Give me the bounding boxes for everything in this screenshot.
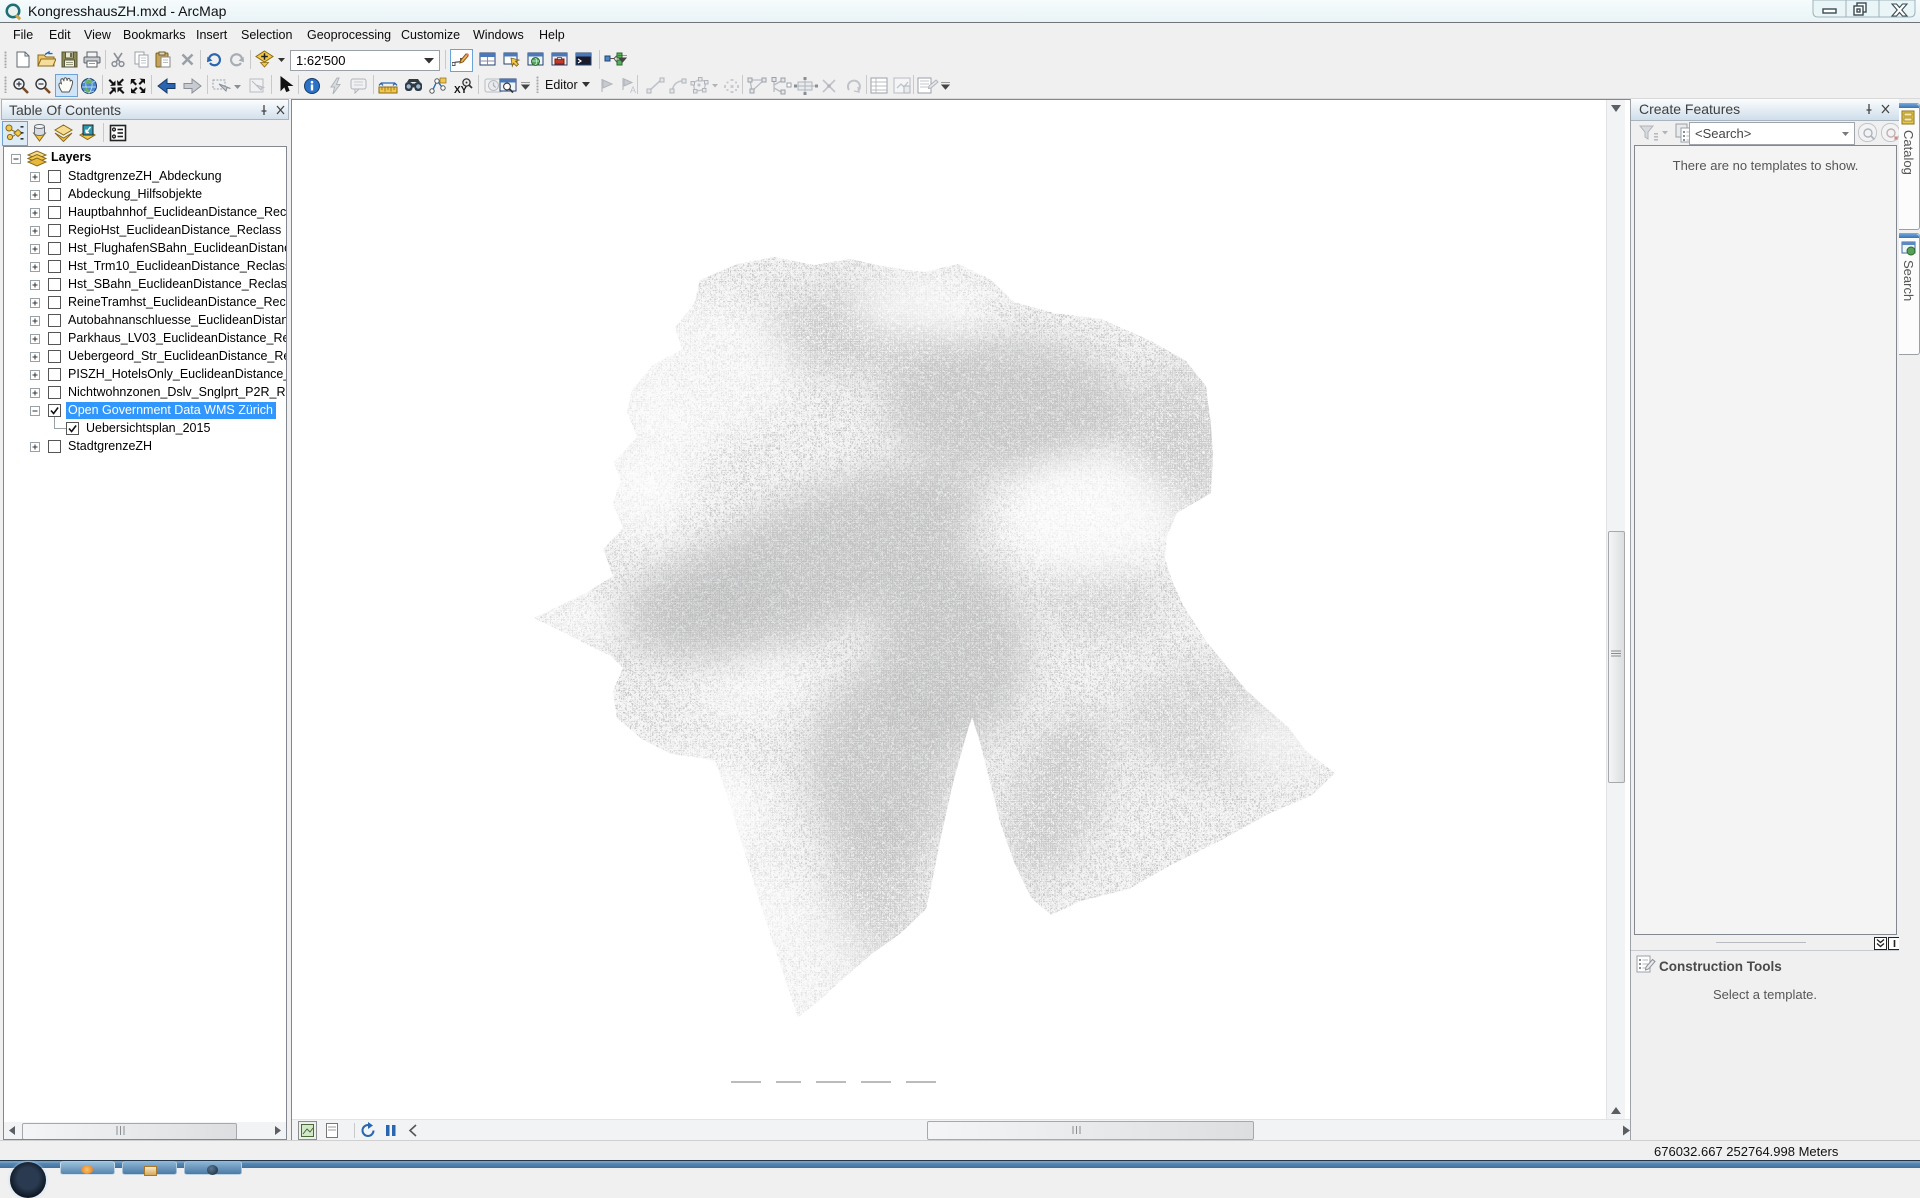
svg-text:A: A [630, 85, 636, 95]
